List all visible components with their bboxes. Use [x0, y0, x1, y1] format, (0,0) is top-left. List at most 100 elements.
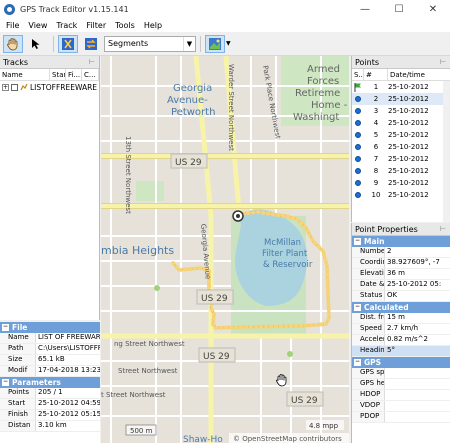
split-tool-button[interactable]: [58, 34, 78, 53]
property-row[interactable]: Points 205 / 1: [0, 388, 100, 399]
gps-section-header[interactable]: − GPS: [352, 357, 450, 368]
menu-tools[interactable]: Tools: [115, 21, 135, 30]
track-visible-checkbox[interactable]: [11, 83, 18, 91]
collapse-icon[interactable]: −: [2, 379, 9, 386]
collapse-icon[interactable]: −: [2, 324, 9, 331]
point-row[interactable]: 9 25-10-2012: [352, 177, 450, 189]
collapse-icon[interactable]: −: [354, 304, 361, 311]
property-row[interactable]: PathC:\Users\LISTOFFRE: [0, 344, 100, 355]
point-row[interactable]: 6 25-10-2012: [352, 141, 450, 153]
property-value[interactable]: 36 m: [385, 269, 450, 279]
property-row[interactable]: Accelerat0.82 m/s^2: [352, 335, 450, 346]
menu-file[interactable]: File: [6, 21, 19, 30]
property-row[interactable]: Start25-10-2012 04:59:40: [0, 399, 100, 410]
property-row[interactable]: HDOP: [352, 390, 450, 401]
property-row[interactable]: Dist. from15 m: [352, 313, 450, 324]
property-value[interactable]: LIST OF FREEWARE: [36, 333, 100, 343]
property-value[interactable]: 2: [385, 247, 450, 257]
property-row[interactable]: VDOP: [352, 401, 450, 412]
property-value[interactable]: OK: [385, 291, 450, 301]
collapse-icon[interactable]: −: [354, 359, 361, 366]
menu-track[interactable]: Track: [56, 21, 77, 30]
property-value[interactable]: 205 / 1: [36, 388, 100, 398]
track-row[interactable]: + LISTOFFREEWARE: [0, 81, 99, 93]
property-value[interactable]: [385, 368, 450, 378]
property-value[interactable]: 0.82 m/s^2: [385, 335, 450, 345]
points-scrollbar[interactable]: [443, 81, 450, 222]
property-row[interactable]: Modif17-04-2018 13:23:3: [0, 366, 100, 377]
property-value[interactable]: 2.7 km/h: [385, 324, 450, 334]
point-row[interactable]: 7 25-10-2012: [352, 153, 450, 165]
property-row[interactable]: Speed 2.7 km/h: [352, 324, 450, 335]
point-row[interactable]: 4 25-10-2012: [352, 117, 450, 129]
point-row[interactable]: 5 25-10-2012: [352, 129, 450, 141]
maximize-button[interactable]: ☐: [382, 0, 416, 18]
pan-tool-button[interactable]: [3, 34, 23, 53]
us29-shield-b: US 29: [201, 294, 228, 304]
property-row[interactable]: Name LIST OF FREEWARE: [0, 333, 100, 344]
property-row[interactable]: GPS head: [352, 379, 450, 390]
parameters-section-header[interactable]: − Parameters: [0, 377, 100, 388]
main-section-header[interactable]: − Main: [352, 236, 450, 247]
property-value[interactable]: 65.1 kB: [36, 355, 100, 365]
map-attribution[interactable]: © OpenStreetMap contributors: [233, 435, 342, 443]
property-row[interactable]: Elevation36 m: [352, 269, 450, 280]
menu-filter[interactable]: Filter: [86, 21, 106, 30]
property-row[interactable]: Finish25-10-2012 05:15:28: [0, 410, 100, 421]
map-canvas[interactable]: Georgia Avenue- Petworth Armed Forces Re…: [101, 56, 349, 443]
property-value[interactable]: 25-10-2012 05:: [385, 280, 450, 290]
property-row[interactable]: Number2: [352, 247, 450, 258]
point-row[interactable]: 10 25-10-2012: [352, 189, 450, 201]
point-row[interactable]: 3 25-10-2012: [352, 105, 450, 117]
property-key: GPS spee: [352, 368, 385, 378]
pin-icon[interactable]: ⊢: [440, 58, 446, 66]
property-value[interactable]: 25-10-2012 04:59:40: [36, 399, 100, 409]
property-row[interactable]: Heading5°: [352, 346, 450, 357]
property-value[interactable]: [385, 401, 450, 411]
join-tool-button[interactable]: [81, 35, 101, 53]
property-row[interactable]: Distan 3.10 km: [0, 421, 100, 432]
property-value[interactable]: 25-10-2012 05:15:28: [36, 410, 100, 420]
col-color[interactable]: C...: [82, 68, 99, 81]
col-status[interactable]: S..: [352, 68, 364, 81]
menu-view[interactable]: View: [28, 21, 47, 30]
property-value[interactable]: [385, 412, 450, 422]
property-row[interactable]: GPS spee: [352, 368, 450, 379]
property-value[interactable]: 15 m: [385, 313, 450, 323]
property-value[interactable]: 5°: [385, 346, 450, 356]
points-panel: Points ⊢ S.. # Date/time 1 25-10-2012 2 25-…: [351, 56, 450, 222]
map-layer-button[interactable]: [205, 34, 225, 53]
point-row[interactable]: 1 25-10-2012: [352, 81, 450, 93]
map-layer-dropdown-arrow-icon[interactable]: ▼: [226, 40, 231, 47]
col-finish[interactable]: Fi...: [66, 68, 82, 81]
property-value[interactable]: C:\Users\LISTOFFRE: [36, 344, 100, 354]
property-row[interactable]: Date & ti25-10-2012 05:: [352, 280, 450, 291]
menu-help[interactable]: Help: [144, 21, 162, 30]
map-view[interactable]: Georgia Avenue- Petworth Armed Forces Re…: [101, 56, 349, 443]
property-value[interactable]: [385, 379, 450, 389]
property-value[interactable]: 38.927609°, -7: [385, 258, 450, 268]
col-datetime[interactable]: Date/time: [388, 69, 443, 81]
calculated-section-header[interactable]: − Calculated: [352, 302, 450, 313]
property-value[interactable]: 3.10 km: [36, 421, 100, 431]
col-name[interactable]: Name: [0, 68, 50, 81]
collapse-icon[interactable]: −: [354, 238, 361, 245]
point-row[interactable]: 2 25-10-2012: [352, 93, 450, 105]
property-value[interactable]: [385, 390, 450, 400]
segments-dropdown[interactable]: Segments ▼: [104, 35, 196, 52]
col-start[interactable]: Start: [50, 68, 66, 81]
property-row[interactable]: Status OK: [352, 291, 450, 302]
pin-icon[interactable]: ⊢: [89, 58, 95, 66]
col-number[interactable]: #: [364, 68, 388, 81]
select-tool-button[interactable]: [26, 35, 46, 53]
property-row[interactable]: PDOP: [352, 412, 450, 423]
expand-icon[interactable]: +: [2, 83, 9, 91]
close-button[interactable]: ✕: [416, 0, 450, 18]
property-row[interactable]: Coordina38.927609°, -7: [352, 258, 450, 269]
point-row[interactable]: 8 25-10-2012: [352, 165, 450, 177]
minimize-button[interactable]: —: [348, 0, 382, 18]
property-value[interactable]: 17-04-2018 13:23:3: [36, 366, 100, 376]
file-section-header[interactable]: − File: [0, 322, 100, 333]
pin-icon[interactable]: ⊢: [440, 225, 446, 233]
property-row[interactable]: Size 65.1 kB: [0, 355, 100, 366]
